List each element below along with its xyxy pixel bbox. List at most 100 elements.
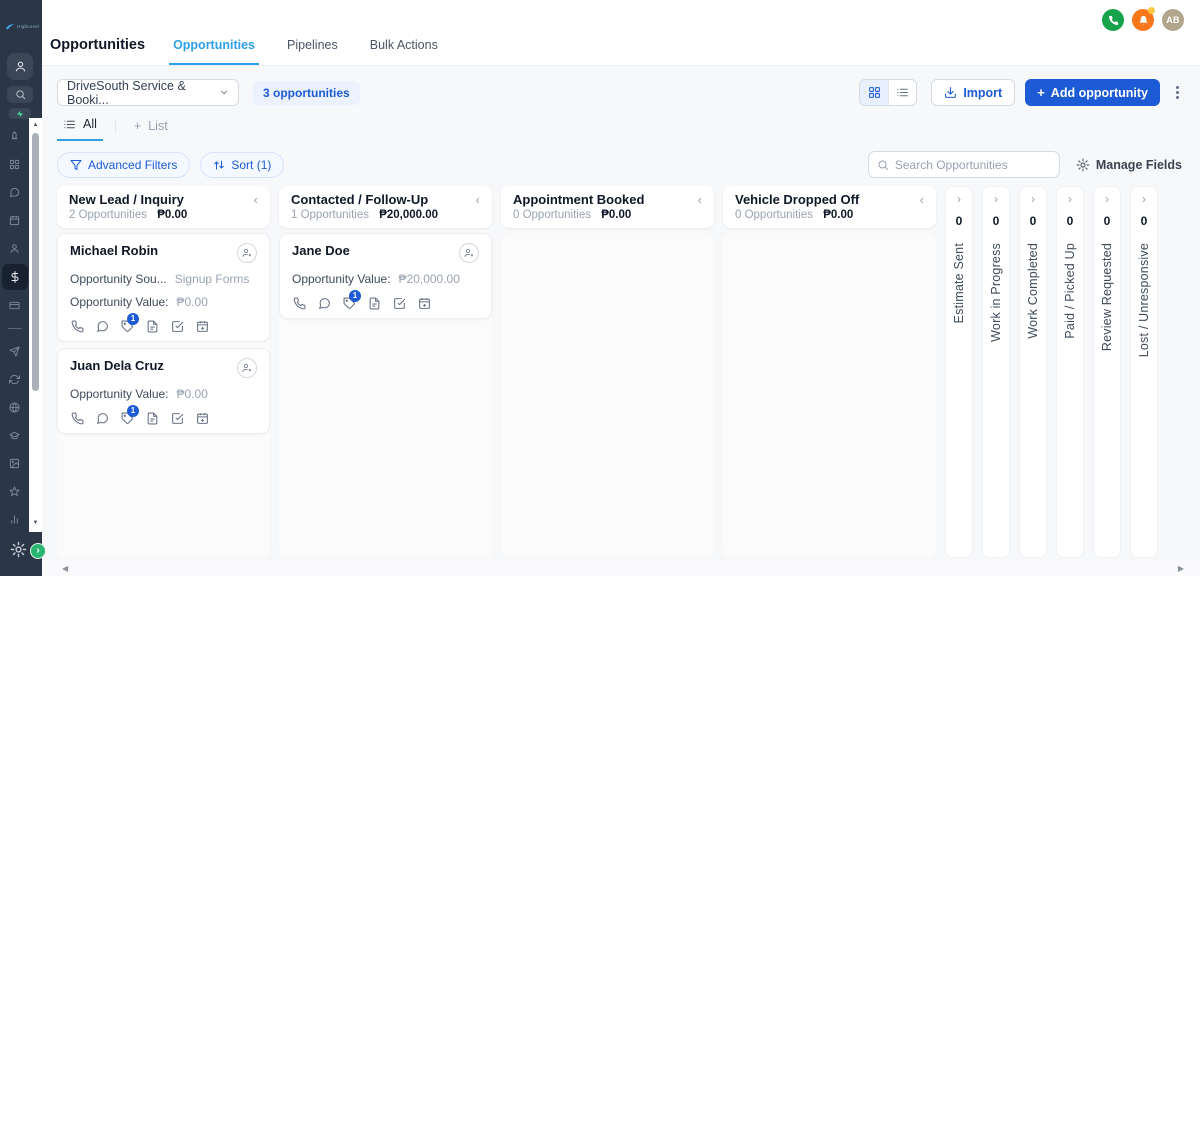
message-button[interactable]: [95, 319, 109, 333]
add-opportunity-button[interactable]: + Add opportunity: [1025, 79, 1160, 106]
sidebar-expand-button[interactable]: ›: [30, 543, 46, 559]
opportunity-card-juan-dela-cruz[interactable]: Juan Dela Cruz Opportunity Value: ₱0.00: [57, 348, 270, 434]
opportunity-card-jane-doe[interactable]: Jane Doe Opportunity Value: ₱20,000.00 1: [279, 233, 492, 319]
assign-user-button[interactable]: [237, 243, 257, 263]
scroll-right-arrow[interactable]: ▶: [1178, 564, 1184, 573]
user-plus-icon: [242, 363, 252, 373]
tag-count-badge: 1: [127, 405, 139, 417]
expand-column-icon[interactable]: ›: [994, 193, 998, 206]
settings-button[interactable]: [10, 541, 27, 563]
sidebar-item-dashboard[interactable]: [9, 159, 20, 170]
bell-icon: [1138, 15, 1148, 25]
appointment-button[interactable]: [195, 411, 209, 425]
search-input[interactable]: [894, 157, 1051, 172]
scroll-left-arrow[interactable]: ◀: [62, 564, 68, 573]
tasks-button[interactable]: [392, 296, 406, 310]
column-title: Work Completed: [1026, 243, 1040, 339]
sidebar-item-opportunities[interactable]: [1, 264, 28, 290]
message-button[interactable]: [95, 411, 109, 425]
sidebar-item-launchpad[interactable]: [9, 131, 20, 142]
sidebar-item-reporting[interactable]: [9, 514, 20, 525]
collapse-column-icon[interactable]: ‹: [254, 193, 258, 206]
column-count: 0: [992, 214, 1000, 228]
list-view-button[interactable]: [888, 80, 916, 105]
bolt-icon: [17, 110, 23, 117]
pipeline-select[interactable]: DriveSouth Service & Booki...: [57, 79, 239, 107]
collapse-column-icon[interactable]: ‹: [920, 193, 924, 206]
expand-column-icon[interactable]: ›: [957, 193, 961, 206]
search-icon: [878, 160, 888, 170]
tab-add-list[interactable]: + List: [128, 119, 174, 141]
collapse-column-icon[interactable]: ‹: [476, 193, 480, 206]
quick-actions-button[interactable]: [9, 108, 31, 119]
calendar-plus-icon: [418, 297, 430, 309]
app-window: HighLevel ▲ ▼ › Opportunities Opportunit…: [0, 0, 1200, 576]
tags-button[interactable]: 1: [120, 313, 139, 333]
call-button[interactable]: [292, 296, 306, 310]
tab-pipelines[interactable]: Pipelines: [283, 38, 342, 65]
call-button[interactable]: [70, 319, 84, 333]
tags-button[interactable]: 1: [342, 290, 361, 310]
scrollbar-up-arrow[interactable]: ▲: [29, 120, 42, 130]
tab-all[interactable]: All: [57, 117, 103, 141]
column-title: Lost / Unresponsive: [1137, 243, 1151, 358]
phone-button[interactable]: [1102, 9, 1124, 31]
card-name: Jane Doe: [292, 243, 350, 258]
page-title: Opportunities: [50, 37, 146, 53]
card-name: Michael Robin: [70, 243, 159, 258]
list-icon: [64, 120, 75, 128]
sidebar-item-payments[interactable]: [9, 300, 20, 311]
sidebar-search-button[interactable]: [7, 86, 33, 103]
app-logo: HighLevel: [5, 22, 39, 31]
notes-button[interactable]: [367, 296, 381, 310]
opportunity-card-michael-robin[interactable]: Michael Robin Opportunity Sou... Signup …: [57, 233, 270, 342]
scrollbar-down-arrow[interactable]: ▼: [29, 518, 42, 528]
manage-fields-button[interactable]: Manage Fields: [1076, 158, 1182, 172]
appointment-button[interactable]: [195, 319, 209, 333]
expand-column-icon[interactable]: ›: [1031, 193, 1035, 206]
tab-bulk-actions[interactable]: Bulk Actions: [366, 38, 442, 65]
search-box: [867, 151, 1060, 178]
account-switcher-button[interactable]: [7, 53, 33, 80]
column-body: Jane Doe Opportunity Value: ₱20,000.00 1: [279, 233, 492, 558]
collapse-column-icon[interactable]: ‹: [698, 193, 702, 206]
assign-user-button[interactable]: [459, 243, 479, 263]
more-options-button[interactable]: [1170, 82, 1184, 103]
import-button[interactable]: Import: [931, 79, 1016, 106]
expand-column-icon[interactable]: ›: [1068, 193, 1072, 206]
tab-opportunities[interactable]: Opportunities: [169, 38, 260, 65]
sidebar-item-conversations[interactable]: [9, 187, 20, 198]
expand-column-icon[interactable]: ›: [1142, 193, 1146, 206]
sidebar-item-memberships[interactable]: [9, 430, 20, 441]
tasks-button[interactable]: [170, 411, 184, 425]
advanced-filters-button[interactable]: Advanced Filters: [57, 151, 191, 178]
sidebar-item-sites[interactable]: [9, 402, 20, 413]
expand-column-icon[interactable]: ›: [1105, 193, 1109, 206]
sidebar-scrollbar[interactable]: ▲ ▼: [29, 118, 42, 532]
sidebar-item-contacts[interactable]: [9, 243, 20, 254]
board-view-button[interactable]: [860, 80, 889, 105]
sort-button[interactable]: Sort (1): [200, 151, 285, 178]
avatar[interactable]: AB: [1162, 9, 1184, 31]
plus-icon: +: [133, 119, 142, 133]
message-button[interactable]: [317, 296, 331, 310]
user-plus-icon: [464, 248, 474, 258]
assign-user-button[interactable]: [237, 358, 257, 378]
sidebar-item-automation[interactable]: [9, 374, 20, 385]
call-button[interactable]: [70, 411, 84, 425]
sidebar-item-media[interactable]: [9, 458, 20, 469]
notifications-button[interactable]: [1132, 7, 1155, 31]
sidebar-item-calendars[interactable]: [9, 215, 20, 226]
tasks-button[interactable]: [170, 319, 184, 333]
sidebar-item-marketing[interactable]: [9, 346, 20, 357]
notes-button[interactable]: [145, 411, 159, 425]
sidebar-item-reputation[interactable]: [9, 486, 20, 497]
notes-button[interactable]: [145, 319, 159, 333]
tags-button[interactable]: 1: [120, 405, 139, 425]
appointment-button[interactable]: [417, 296, 431, 310]
field-label: Opportunity Value:: [292, 272, 391, 286]
column-title: Work in Progress: [989, 243, 1003, 342]
scrollbar-thumb[interactable]: [32, 133, 39, 391]
column-count: 0 Opportunities: [735, 209, 813, 221]
horizontal-scrollbar[interactable]: ◀ ▶: [42, 560, 1200, 576]
